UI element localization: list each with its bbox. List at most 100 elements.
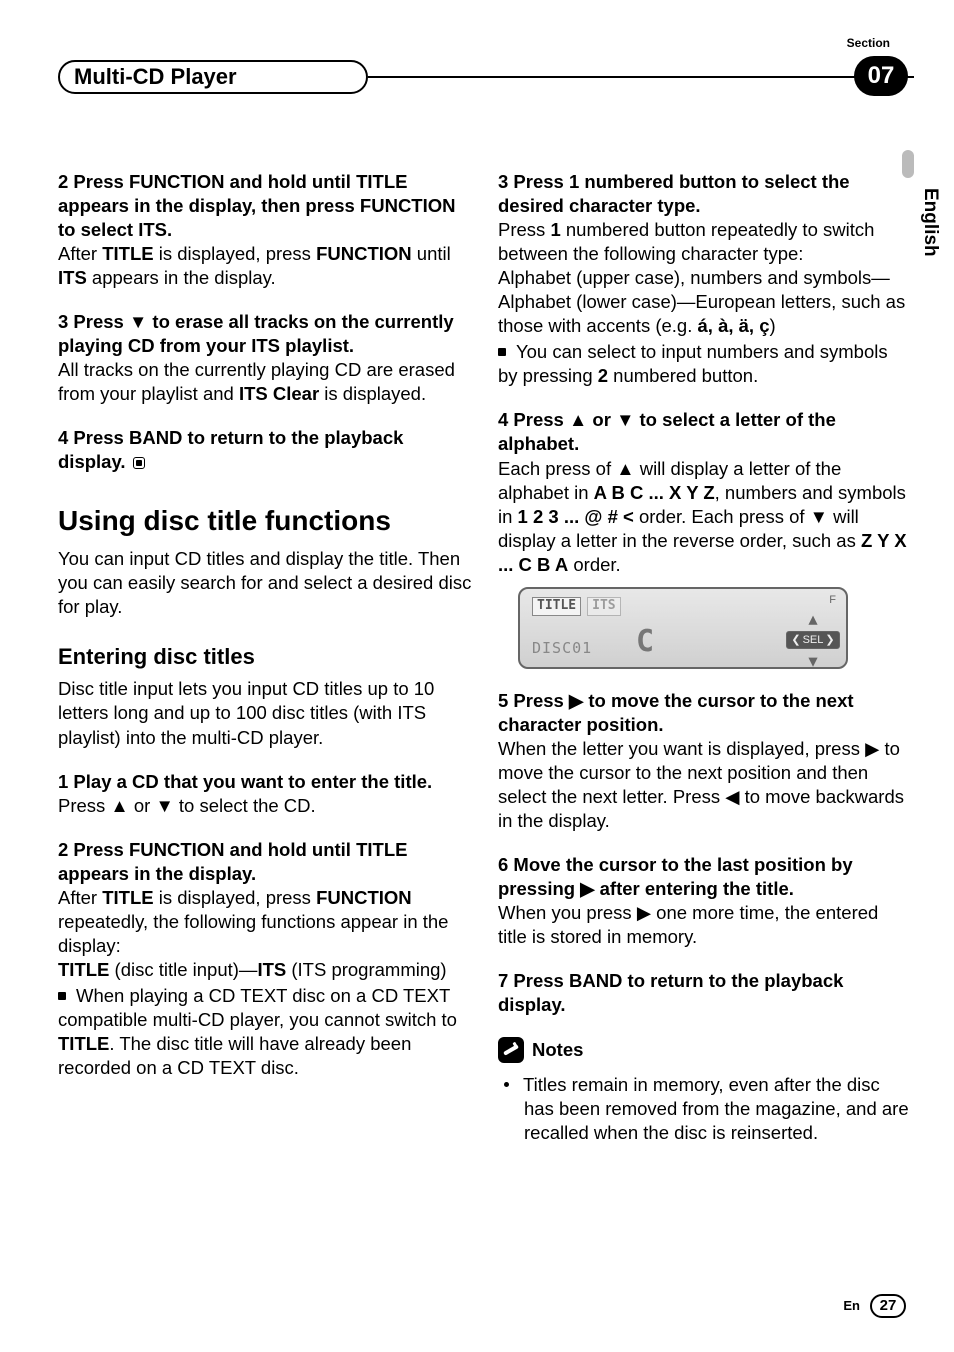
step-body: All tracks on the currently playing CD a… <box>58 358 472 406</box>
page-number: 27 <box>880 1296 897 1316</box>
step-3-char-type: 3 Press 1 numbered button to select the … <box>498 170 912 388</box>
step-6-last-position: 6 Move the cursor to the last position b… <box>498 853 912 949</box>
step-head: 5 Press ▶ to move the cursor to the next… <box>498 689 912 737</box>
t: á, à, ä, ç <box>698 315 770 336</box>
notes-heading: Notes <box>498 1037 912 1063</box>
step-head: 7 Press BAND to return to the playback d… <box>498 969 912 1017</box>
t: ) <box>770 315 776 336</box>
step-3-erase: 3 Press ▼ to erase all tracks on the cur… <box>58 310 472 406</box>
step-4-letter: 4 Press ▲ or ▼ to select a letter of the… <box>498 408 912 668</box>
t: After <box>58 243 102 264</box>
t: numbered button. <box>608 365 758 386</box>
page-header: Multi-CD Player Section 07 <box>58 46 914 92</box>
bullet-icon <box>498 348 506 356</box>
note-item: Titles remain in memory, even after the … <box>524 1073 912 1145</box>
footer-language: En <box>843 1298 860 1315</box>
heading-disc-title-functions: Using disc title functions <box>58 505 472 537</box>
step-bullet: You can select to input numbers and symb… <box>498 340 912 388</box>
t: (ITS programming) <box>286 959 446 980</box>
section-number-badge: 07 <box>854 56 908 96</box>
step-body: Press 1 numbered button repeatedly to sw… <box>498 218 912 338</box>
t: appears in the display. <box>87 267 276 288</box>
heading-entering-disc-titles: Entering disc titles <box>58 643 472 672</box>
t: 1 <box>550 219 560 240</box>
t: 1 2 3 ... @ # < <box>518 506 634 527</box>
heading-body: You can input CD titles and display the … <box>58 547 472 619</box>
bullet-dot-icon <box>504 1082 509 1087</box>
t: . The disc title will have already been … <box>58 1033 411 1078</box>
step-2-title: 2 Press FUNCTION and hold until TITLE ap… <box>58 838 472 1080</box>
notes-list: Titles remain in memory, even after the … <box>498 1073 912 1145</box>
step-2-its: 2 Press FUNCTION and hold until TITLE ap… <box>58 170 472 290</box>
end-section-icon <box>133 457 145 469</box>
t: order. <box>568 554 620 575</box>
notes-label: Notes <box>532 1038 583 1062</box>
heading-body: Disc title input lets you input CD title… <box>58 677 472 749</box>
side-language-tab: English <box>917 188 942 257</box>
pencil-note-icon <box>498 1037 524 1063</box>
t: is displayed, press <box>154 887 316 908</box>
t: FUNCTION <box>316 887 412 908</box>
page-number-badge: 27 <box>870 1294 906 1318</box>
section-number: 07 <box>868 60 895 91</box>
step-5-cursor-next: 5 Press ▶ to move the cursor to the next… <box>498 689 912 833</box>
step-head: 3 Press 1 numbered button to select the … <box>498 170 912 218</box>
display-f-label: F <box>829 593 840 607</box>
lcd-display-illustration: TITLE ITS DISC01 C F ▴ ❮SEL❯ ▾ <box>518 587 848 669</box>
step-body: After TITLE is displayed, press FUNCTION… <box>58 886 472 982</box>
step-head: 4 Press BAND to return to the playback d… <box>58 427 403 472</box>
t: ITS <box>58 267 87 288</box>
chevron-down-icon: ▾ <box>808 649 817 668</box>
step-bullet: When playing a CD TEXT disc on a CD TEXT… <box>58 984 472 1080</box>
step-body: When you press ▶ one more time, the ente… <box>498 901 912 949</box>
t: is displayed, press <box>154 243 316 264</box>
t: until <box>412 243 451 264</box>
display-sel-badge: ❮SEL❯ <box>786 631 839 649</box>
chevron-up-icon: ▴ <box>808 607 817 631</box>
step-body: Press ▲ or ▼ to select the CD. <box>58 794 472 818</box>
t: 2 <box>598 365 608 386</box>
left-column: 2 Press FUNCTION and hold until TITLE ap… <box>58 170 472 1145</box>
t: ITS Clear <box>239 383 319 404</box>
t: TITLE <box>58 1033 109 1054</box>
chapter-title: Multi-CD Player <box>74 63 237 92</box>
right-column: 3 Press 1 numbered button to select the … <box>498 170 912 1145</box>
display-current-char: C <box>636 622 654 661</box>
step-body: Each press of ▲ will display a letter of… <box>498 457 912 577</box>
step-4-band: 4 Press BAND to return to the playback d… <box>58 426 472 474</box>
display-row-1: TITLE ITS <box>532 597 621 616</box>
t: When playing a CD TEXT disc on a CD TEXT… <box>58 985 457 1030</box>
note-text: Titles remain in memory, even after the … <box>523 1074 909 1143</box>
step-body: When the letter you want is displayed, p… <box>498 737 912 833</box>
step-head: 2 Press FUNCTION and hold until TITLE ap… <box>58 838 472 886</box>
t: After <box>58 887 102 908</box>
t: A B C ... X Y Z <box>594 482 715 503</box>
t: Press <box>498 219 550 240</box>
t: FUNCTION <box>316 243 412 264</box>
step-head: 3 Press ▼ to erase all tracks on the cur… <box>58 310 472 358</box>
step-head: 2 Press FUNCTION and hold until TITLE ap… <box>58 170 472 242</box>
display-its-tag: ITS <box>587 597 620 616</box>
t: TITLE <box>102 887 153 908</box>
t: repeatedly, the following functions appe… <box>58 911 448 956</box>
bullet-icon <box>58 992 66 1000</box>
step-1-play-cd: 1 Play a CD that you want to enter the t… <box>58 770 472 818</box>
display-disc-label: DISC01 <box>532 639 592 659</box>
t: TITLE <box>102 243 153 264</box>
t: TITLE <box>58 959 109 980</box>
t: ITS <box>257 959 286 980</box>
step-7-band-return: 7 Press BAND to return to the playback d… <box>498 969 912 1017</box>
header-rule <box>368 76 914 78</box>
step-head: 6 Move the cursor to the last position b… <box>498 853 912 901</box>
display-right-controls: F ▴ ❮SEL❯ ▾ <box>786 593 840 663</box>
section-label: Section <box>847 36 890 52</box>
page-footer: En 27 <box>843 1294 906 1318</box>
content-columns: 2 Press FUNCTION and hold until TITLE ap… <box>58 170 912 1145</box>
chapter-title-pill: Multi-CD Player <box>58 60 368 94</box>
step-body: After TITLE is displayed, press FUNCTION… <box>58 242 472 290</box>
step-head: 1 Play a CD that you want to enter the t… <box>58 770 472 794</box>
step-head: 4 Press ▲ or ▼ to select a letter of the… <box>498 408 912 456</box>
t: (disc title input)— <box>109 959 257 980</box>
t: is displayed. <box>319 383 426 404</box>
t: SEL <box>803 633 824 647</box>
